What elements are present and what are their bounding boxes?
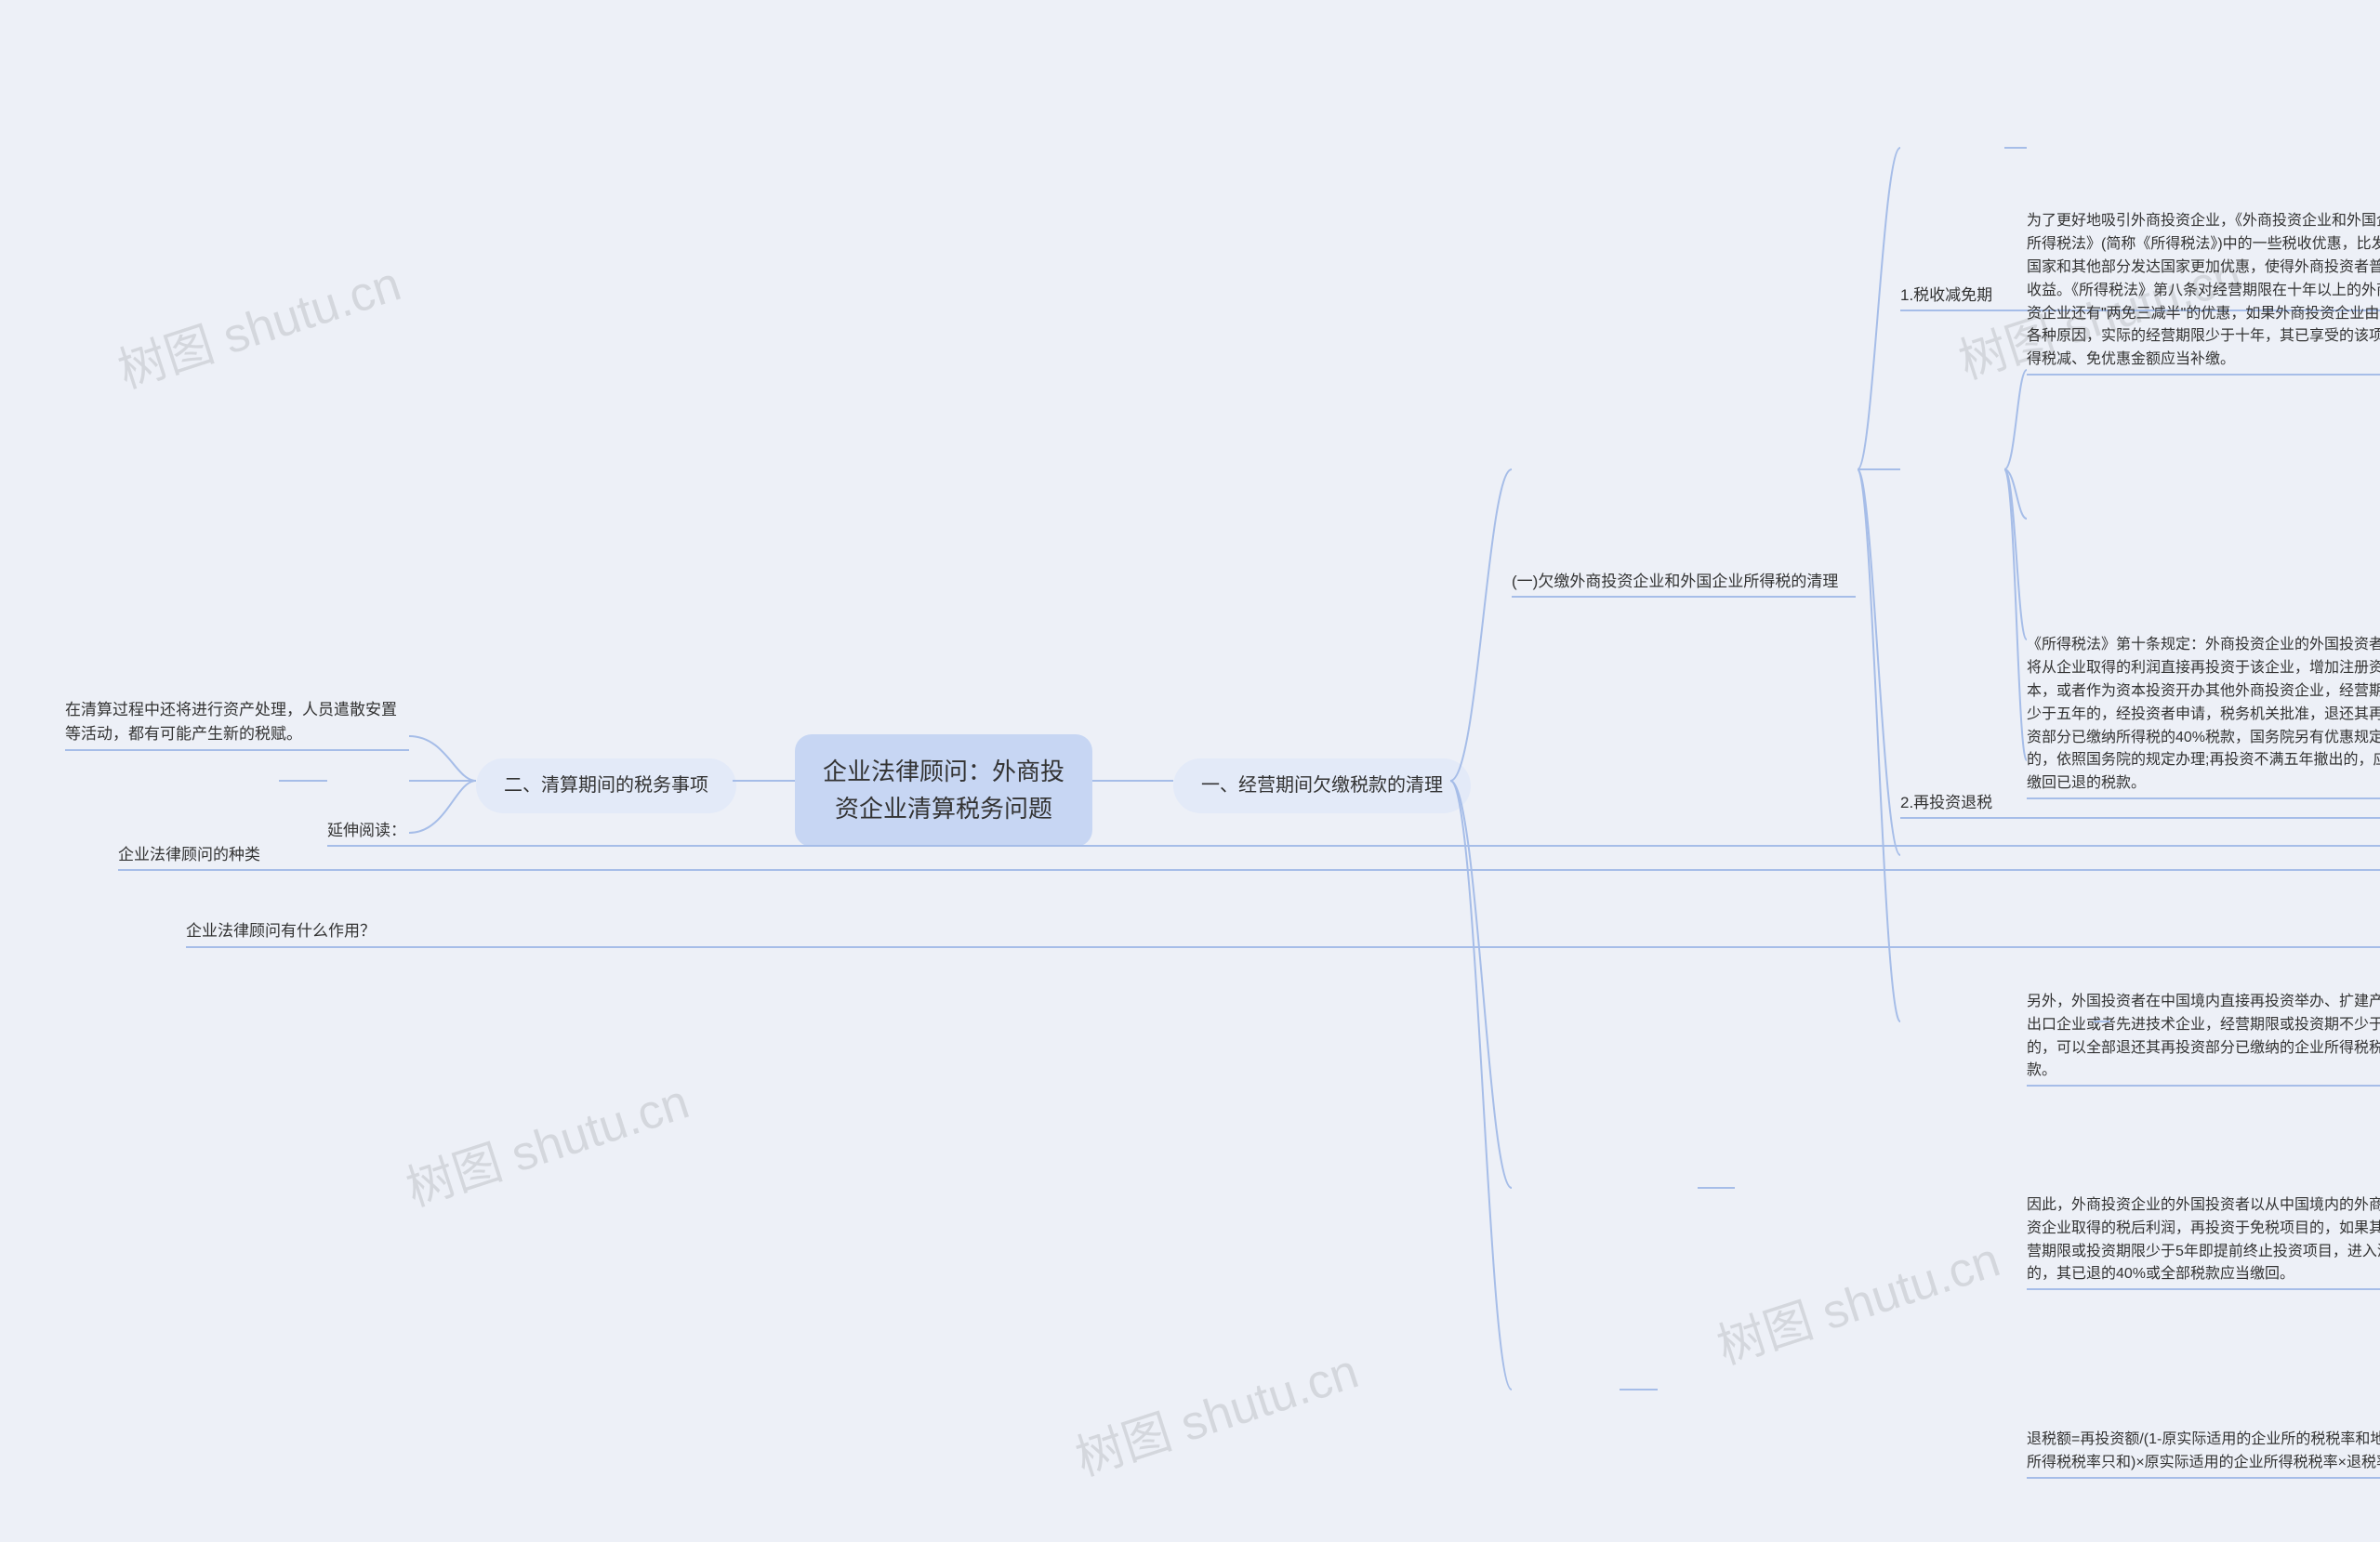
r1-s2-p3[interactable]: 因此，外商投资企业的外国投资者以从中国境内的外商投资企业取得的税后利润，再投资于… (2027, 1194, 2380, 1286)
left-leaf-3-text: 企业法律顾问有什么作用？ (186, 922, 376, 940)
r1-s2-p4[interactable]: 退税额=再投资额/(1-原实际适用的企业所的税税率和地方所得税税率只和)×原实际… (2027, 1429, 2380, 1475)
watermark: 树图 shutu.cn (396, 1062, 696, 1219)
r1-s2-p2[interactable]: 另外，外国投资者在中国境内直接再投资举办、扩建产品出口企业或者先进技术企业，经营… (2027, 991, 2380, 1083)
root-label: 企业法律顾问：外商投资企业清算税务问题 (823, 758, 1064, 823)
branch-left[interactable]: 二、清算期间的税务事项 (476, 758, 736, 813)
left-leaf-2-what[interactable]: 企业法律顾问的种类 (118, 843, 2380, 867)
left-leaf-2-label[interactable]: 延伸阅读： (327, 819, 2380, 843)
watermark: 树图 shutu.cn (1065, 1332, 1366, 1489)
r1-s2-title-text: 2.再投资退税 (1900, 794, 1992, 811)
branch-right-label: 一、经营期间欠缴税款的清理 (1201, 775, 1443, 796)
r1-s2-p3-text: 因此，外商投资企业的外国投资者以从中国境内的外商投资企业取得的税后利润，再投资于… (2027, 1197, 2380, 1282)
watermark: 树图 shutu.cn (1707, 1220, 2007, 1377)
left-leaf-3[interactable]: 企业法律顾问有什么作用？ (186, 919, 2380, 943)
r1-title[interactable]: (一)欠缴外商投资企业和外国企业所得税的清理 (1512, 570, 1856, 594)
branch-right[interactable]: 一、经营期间欠缴税款的清理 (1173, 758, 1471, 813)
r1-s1-body-text: 为了更好地吸引外商投资企业，《外商投资企业和外国企业所得税法》(简称《所得税法》… (2027, 213, 2380, 367)
r1-s1-title-text: 1.税收减免期 (1900, 286, 1992, 304)
watermark: 树图 shutu.cn (108, 244, 408, 402)
r1-s2-p4-text: 退税额=再投资额/(1-原实际适用的企业所的税税率和地方所得税税率只和)×原实际… (2027, 1431, 2380, 1470)
r1-title-text: (一)欠缴外商投资企业和外国企业所得税的清理 (1512, 573, 1838, 590)
r1-s2-p2-text: 另外，外国投资者在中国境内直接再投资举办、扩建产品出口企业或者先进技术企业，经营… (2027, 994, 2380, 1078)
left-leaf-1[interactable]: 在清算过程中还将进行资产处理，人员遣散安置等活动，都有可能产生新的税赋。 (65, 698, 409, 747)
left-leaf-2-label-text: 延伸阅读： (327, 822, 406, 839)
left-leaf-2-what-text: 企业法律顾问的种类 (118, 846, 260, 863)
r1-s1-body[interactable]: 为了更好地吸引外商投资企业，《外商投资企业和外国企业所得税法》(简称《所得税法》… (2027, 210, 2380, 372)
r1-s2-p1[interactable]: 《所得税法》第十条规定：外商投资企业的外国投资者，将从企业取得的利润直接再投资于… (2027, 634, 2380, 796)
left-leaf-1-text: 在清算过程中还将进行资产处理，人员遣散安置等活动，都有可能产生新的税赋。 (65, 701, 397, 743)
r1-s2-p1-text: 《所得税法》第十条规定：外商投资企业的外国投资者，将从企业取得的利润直接再投资于… (2027, 637, 2380, 791)
branch-left-label: 二、清算期间的税务事项 (504, 775, 708, 796)
